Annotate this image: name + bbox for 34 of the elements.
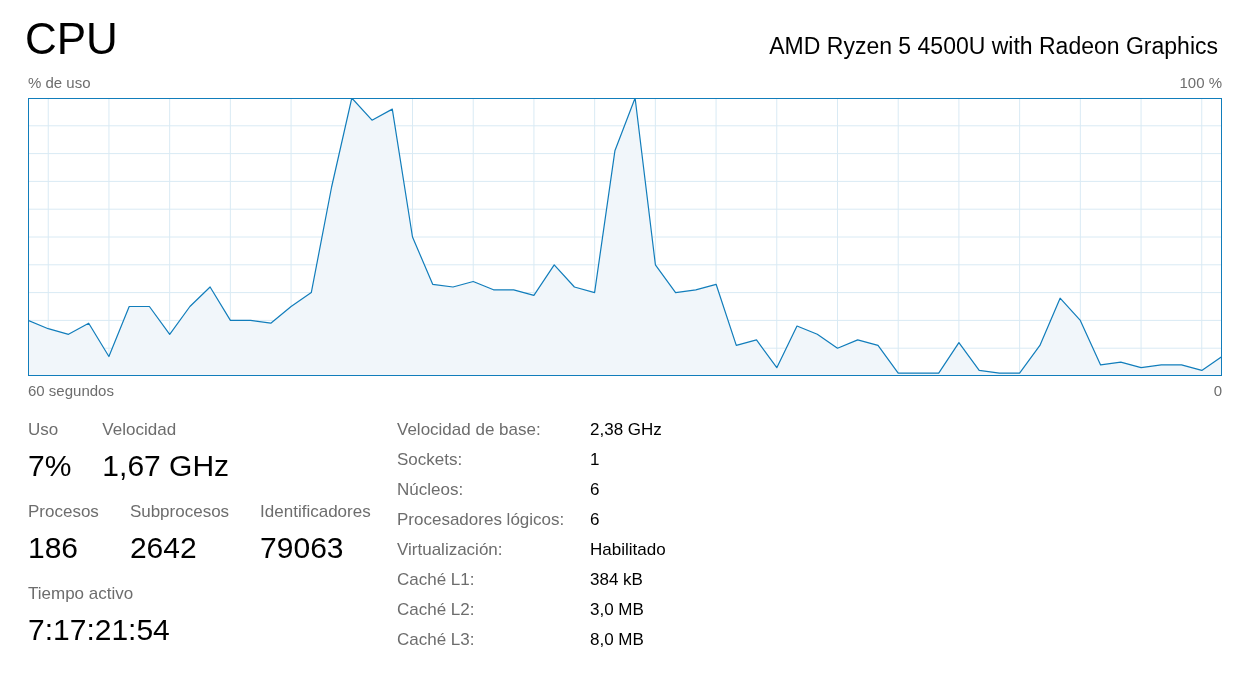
stat-label: Uso (28, 419, 59, 441)
detail-value: 6 (590, 479, 601, 501)
detail-label: Caché L1: (397, 569, 476, 591)
stat-value: 7:17:21:54 (28, 612, 170, 648)
stat-value: 7% (28, 448, 72, 484)
stat-value: 186 (28, 530, 79, 566)
stat-label: Subprocesos (129, 501, 230, 523)
stat-label: Identificadores (260, 501, 371, 523)
stat-label: Velocidad (102, 419, 177, 441)
time-end-label: 0 (1213, 382, 1222, 400)
graph-label: % de uso (28, 74, 91, 92)
detail-label: Velocidad de base: (397, 419, 542, 441)
detail-value: 2,38 GHz (590, 419, 663, 441)
time-start-label: 60 segundos (28, 382, 114, 400)
detail-label: Caché L2: (397, 599, 476, 621)
detail-label: Procesadores lógicos: (397, 509, 566, 531)
detail-value: 6 (590, 509, 601, 531)
stat-label: Procesos (28, 501, 99, 523)
detail-value: 384 kB (590, 569, 644, 591)
stat-value: 1,67 GHz (102, 448, 230, 484)
detail-value: Habilitado (590, 539, 666, 561)
detail-label: Sockets: (397, 449, 464, 471)
page-title: CPU (25, 13, 118, 65)
detail-value: 8,0 MB (590, 629, 645, 651)
scale-max-label: 100 % (1179, 74, 1222, 92)
detail-label: Caché L3: (397, 629, 476, 651)
processor-name: AMD Ryzen 5 4500U with Radeon Graphics (769, 32, 1218, 61)
detail-value: 1 (590, 449, 601, 471)
detail-label: Núcleos: (397, 479, 465, 501)
detail-value: 3,0 MB (590, 599, 645, 621)
detail-label: Virtualización: (397, 539, 504, 561)
stat-value: 2642 (129, 530, 197, 566)
stat-label: Tiempo activo (28, 583, 134, 605)
stat-value: 79063 (260, 530, 344, 566)
